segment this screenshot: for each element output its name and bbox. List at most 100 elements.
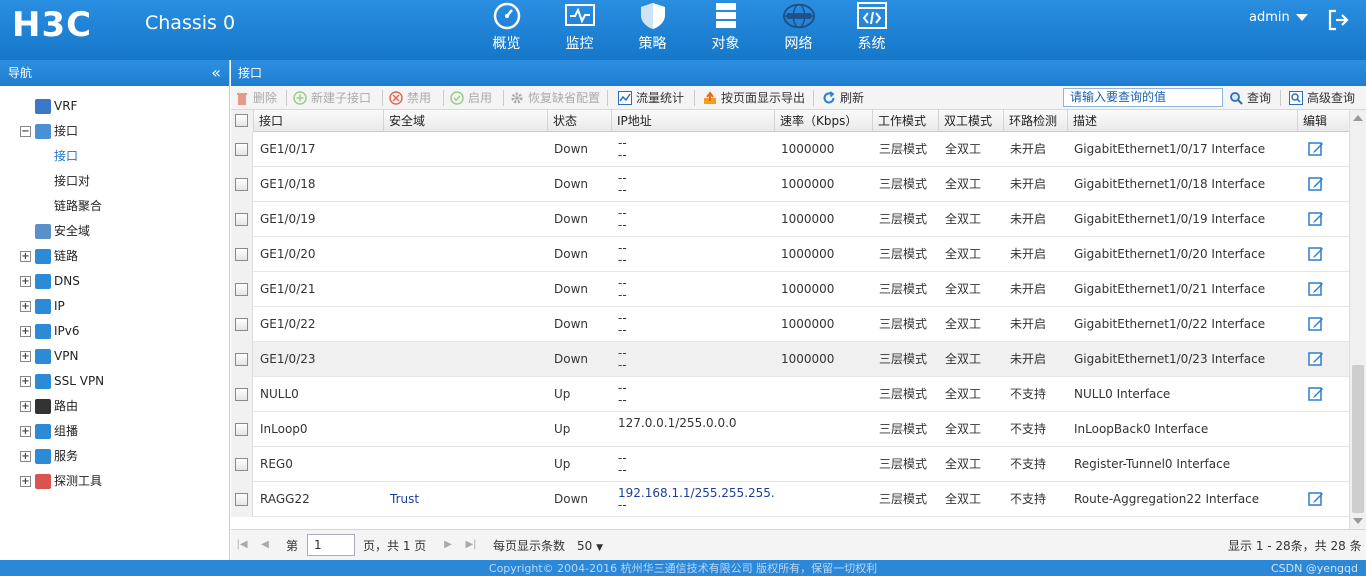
expand-plus-icon[interactable]: + xyxy=(20,376,31,387)
nav-policy[interactable]: 策略 xyxy=(616,0,689,60)
expand-plus-icon[interactable]: + xyxy=(20,451,31,462)
query-button[interactable]: 查询 xyxy=(1229,90,1271,106)
table-row[interactable]: GE1/0/20 Down -- -- 1000000 三层模式 全双工 未开启 Gigabit… xyxy=(231,237,1349,272)
col-work-mode[interactable]: 工作模式 xyxy=(873,110,939,132)
nav-item-10[interactable]: + VPN xyxy=(0,344,229,369)
nav-item-0[interactable]: VRF xyxy=(0,94,229,119)
expand-plus-icon[interactable]: + xyxy=(20,251,31,262)
ip-line: -- xyxy=(618,311,627,325)
col-speed[interactable]: 速率（Kbps） xyxy=(775,110,873,132)
collapse-minus-icon[interactable]: − xyxy=(20,126,31,137)
collapse-double-arrow-icon[interactable]: « xyxy=(211,60,221,86)
nav-item-1[interactable]: − 接口 xyxy=(0,119,229,144)
col-security-zone[interactable]: 安全域 xyxy=(384,110,548,132)
col-description[interactable]: 描述 xyxy=(1068,110,1298,132)
edit-pencil-icon[interactable] xyxy=(1308,176,1324,192)
table-row[interactable]: NULL0 Up -- -- 三层模式 全双工 不支持 NULL0 Interface xyxy=(231,377,1349,412)
expand-plus-icon[interactable]: + xyxy=(20,351,31,362)
row-checkbox[interactable] xyxy=(235,493,248,506)
table-row[interactable]: GE1/0/23 Down -- -- 1000000 三层模式 全双工 未开启 Gigabit… xyxy=(231,342,1349,377)
col-ip-address[interactable]: IP地址 xyxy=(612,110,775,132)
delete-button[interactable]: 删除 xyxy=(235,90,277,106)
table-row[interactable]: GE1/0/21 Down -- -- 1000000 三层模式 全双工 未开启 Gigabit… xyxy=(231,272,1349,307)
col-status[interactable]: 状态 xyxy=(548,110,612,132)
nav-item-9[interactable]: + IPv6 xyxy=(0,319,229,344)
nav-item-8[interactable]: + IP xyxy=(0,294,229,319)
nav-system[interactable]: 系统 xyxy=(835,0,908,60)
nav-item-12[interactable]: + 路由 xyxy=(0,394,229,419)
edit-pencil-icon[interactable] xyxy=(1308,491,1324,507)
row-checkbox[interactable] xyxy=(235,248,248,261)
edit-pencil-icon[interactable] xyxy=(1308,246,1324,262)
table-row[interactable]: GE1/0/18 Down -- -- 1000000 三层模式 全双工 未开启 Gigabit… xyxy=(231,167,1349,202)
row-checkbox[interactable] xyxy=(235,423,248,436)
row-checkbox[interactable] xyxy=(235,178,248,191)
edit-pencil-icon[interactable] xyxy=(1308,281,1324,297)
nav-item-13[interactable]: + 组播 xyxy=(0,419,229,444)
col-loop-detect[interactable]: 环路检测 xyxy=(1004,110,1068,132)
next-page-icon[interactable]: ▶ xyxy=(442,539,454,551)
row-checkbox[interactable] xyxy=(235,353,248,366)
per-page-select[interactable]: 50 ▼ xyxy=(577,538,603,556)
nav-object[interactable]: 对象 xyxy=(689,0,762,60)
table-row[interactable]: InLoop0 Up 127.0.0.1/255.0.0.0 三层模式 全双工 不支持 In… xyxy=(231,412,1349,447)
traffic-stats-button[interactable]: 流量统计 xyxy=(618,90,684,106)
row-checkbox[interactable] xyxy=(235,388,248,401)
row-checkbox[interactable] xyxy=(235,143,248,156)
table-row[interactable]: RAGG22 Trust Down 192.168.1.1/255.255.255.0… xyxy=(231,482,1349,517)
nav-network[interactable]: 网络 xyxy=(762,0,835,60)
expand-plus-icon[interactable]: + xyxy=(20,301,31,312)
scroll-up-arrow-icon[interactable] xyxy=(1353,115,1363,121)
nav-item-6[interactable]: + 链路 xyxy=(0,244,229,269)
refresh-button[interactable]: 刷新 xyxy=(822,90,864,106)
table-row[interactable]: REG0 Up -- -- 三层模式 全双工 不支持 Register-Tunnel0 Int… xyxy=(231,447,1349,482)
nav-item-3[interactable]: 接口对 xyxy=(0,169,229,194)
first-page-icon[interactable]: |◀ xyxy=(236,539,248,551)
page-number-input[interactable]: 1 xyxy=(307,534,355,556)
nav-item-15[interactable]: + 探测工具 xyxy=(0,469,229,494)
row-checkbox[interactable] xyxy=(235,318,248,331)
nav-item-4[interactable]: 链路聚合 xyxy=(0,194,229,219)
ip-line: -- xyxy=(618,206,627,220)
last-page-icon[interactable]: ▶| xyxy=(465,539,477,551)
select-all-checkbox[interactable] xyxy=(235,114,248,127)
restore-default-button[interactable]: 恢复缺省配置 xyxy=(510,90,600,106)
enable-button[interactable]: 启用 xyxy=(450,90,492,106)
edit-pencil-icon[interactable] xyxy=(1308,141,1324,157)
export-button[interactable]: 按页面显示导出 xyxy=(703,90,805,106)
edit-pencil-icon[interactable] xyxy=(1308,386,1324,402)
edit-pencil-icon[interactable] xyxy=(1308,211,1324,227)
advanced-query-button[interactable]: 高级查询 xyxy=(1289,90,1355,106)
table-row[interactable]: GE1/0/19 Down -- -- 1000000 三层模式 全双工 未开启 Gigabit… xyxy=(231,202,1349,237)
nav-item-14[interactable]: + 服务 xyxy=(0,444,229,469)
row-checkbox[interactable] xyxy=(235,213,248,226)
nav-item-2[interactable]: 接口 xyxy=(0,144,229,169)
nav-monitor[interactable]: 监控 xyxy=(543,0,616,60)
table-row[interactable]: GE1/0/22 Down -- -- 1000000 三层模式 全双工 未开启 Gigabit… xyxy=(231,307,1349,342)
search-input[interactable]: 请输入要查询的值 xyxy=(1063,88,1223,107)
expand-plus-icon[interactable]: + xyxy=(20,401,31,412)
expand-plus-icon[interactable]: + xyxy=(20,476,31,487)
row-checkbox[interactable] xyxy=(235,458,248,471)
scroll-thumb[interactable] xyxy=(1352,365,1364,513)
nav-item-7[interactable]: + DNS xyxy=(0,269,229,294)
expand-plus-icon[interactable]: + xyxy=(20,276,31,287)
table-row[interactable]: GE1/0/17 Down -- -- 1000000 三层模式 全双工 未开启 Gigabit… xyxy=(231,132,1349,167)
vertical-scrollbar[interactable] xyxy=(1349,110,1366,529)
col-duplex-mode[interactable]: 双工模式 xyxy=(939,110,1004,132)
nav-item-5[interactable]: 安全域 xyxy=(0,219,229,244)
new-subinterface-button[interactable]: 新建子接口 xyxy=(293,90,371,106)
disable-button[interactable]: 禁用 xyxy=(389,90,431,106)
col-interface[interactable]: 接口 xyxy=(254,110,384,132)
edit-pencil-icon[interactable] xyxy=(1308,316,1324,332)
expand-plus-icon[interactable]: + xyxy=(20,426,31,437)
logout-icon[interactable] xyxy=(1326,8,1350,32)
nav-overview[interactable]: 概览 xyxy=(470,0,543,60)
nav-item-11[interactable]: + SSL VPN xyxy=(0,369,229,394)
expand-plus-icon[interactable]: + xyxy=(20,326,31,337)
row-checkbox[interactable] xyxy=(235,283,248,296)
user-menu[interactable]: admin xyxy=(1249,10,1308,25)
scroll-down-arrow-icon[interactable] xyxy=(1353,518,1363,524)
edit-pencil-icon[interactable] xyxy=(1308,351,1324,367)
prev-page-icon[interactable]: ◀ xyxy=(259,539,271,551)
